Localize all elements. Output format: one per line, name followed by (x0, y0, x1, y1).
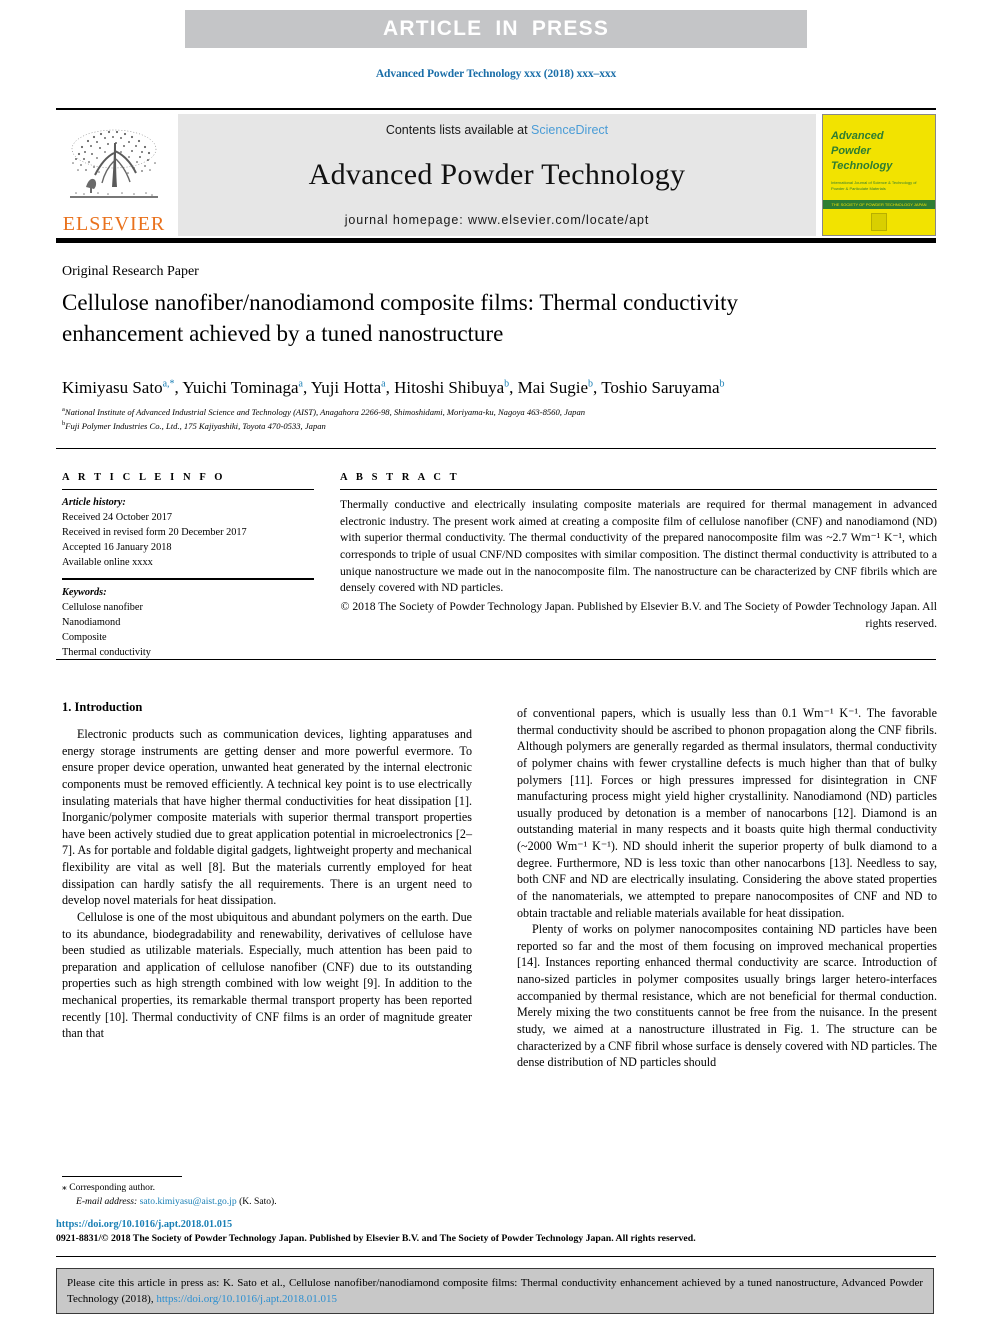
info-abstract-bottom-rule (56, 659, 936, 660)
journal-cover-publisher-mark (871, 213, 887, 231)
elsevier-tree-icon (64, 125, 164, 213)
body-paragraph: of conventional papers, which is usually… (517, 706, 937, 920)
keyword-item: Cellulose nanofiber (62, 602, 143, 614)
article-history-item: Received in revised form 20 December 201… (62, 527, 247, 539)
author-affiliation-mark: b (719, 378, 725, 390)
page-title: Cellulose nanofiber/nanodiamond composit… (62, 290, 739, 346)
affiliation-text: Fuji Polymer Industries Co., Ltd., 175 K… (65, 421, 326, 432)
author-name: Yuichi Tominaga (182, 378, 299, 397)
cite-this-article-box: Please cite this article in press as: K.… (56, 1268, 934, 1314)
cite-doi-link[interactable]: https://doi.org/10.1016/j.apt.2018.01.01… (156, 1293, 337, 1305)
footnote-rule (62, 1176, 182, 1177)
masthead-center-panel: Contents lists available at ScienceDirec… (178, 114, 816, 236)
abstract-rule (340, 489, 937, 490)
author-affiliation-mark: a,* (162, 378, 175, 390)
author-name: Mai Sugie (517, 378, 589, 397)
journal-cover-title: Advanced Powder Technology (831, 119, 930, 174)
article-type-label: Original Research Paper (62, 264, 199, 279)
keywords-rule (62, 578, 314, 581)
footer-rule (56, 1256, 936, 1257)
article-history-item: Accepted 16 January 2018 (62, 542, 172, 554)
elsevier-wordmark: ELSEVIER (62, 213, 166, 235)
abstract-column: A B S T R A C T Thermally conductive and… (340, 460, 937, 633)
sciencedirect-link[interactable]: ScienceDirect (531, 123, 608, 137)
body-column-left: Electronic products such as communicatio… (62, 726, 472, 1042)
journal-title: Advanced Powder Technology (308, 158, 686, 191)
corresponding-author-line: ⁎ Corresponding author. (62, 1181, 472, 1195)
journal-cover-title-line2: Powder (831, 144, 871, 157)
doi-link[interactable]: https://doi.org/10.1016/j.apt.2018.01.01… (56, 1219, 232, 1230)
article-info-rule (62, 489, 314, 490)
author-item: Mai Sugieb (518, 378, 593, 397)
author-affiliation-mark: a (381, 378, 386, 390)
masthead-top-rule (56, 108, 936, 110)
contents-prefix-label: Contents lists available at (385, 123, 532, 137)
author-list: Kimiyasu Satoa,*, Yuichi Tominagaa, Yuji… (62, 378, 725, 397)
contents-lists-line: Contents lists available at ScienceDirec… (386, 123, 608, 137)
keywords-label: Keywords: (62, 587, 107, 599)
email-link[interactable]: sato.kimiyasu@aist.go.jp (140, 1196, 237, 1207)
masthead-bottom-rule (56, 238, 936, 243)
article-history-item: Received 24 October 2017 (62, 512, 173, 524)
journal-cover-subtitle: International Journal of Science & Techn… (831, 179, 917, 191)
info-abstract-top-rule (56, 448, 936, 449)
masthead-row: ELSEVIER Contents lists available at Sci… (56, 114, 936, 236)
elsevier-logo: ELSEVIER (56, 114, 172, 236)
article-info-heading: A R T I C L E I N F O (62, 472, 226, 483)
abstract-copyright: © 2018 The Society of Powder Technology … (340, 600, 937, 630)
cite-this-article-text: Please cite this article in press as: K.… (57, 1269, 933, 1315)
author-name: Hitoshi Shibuya (394, 378, 505, 397)
keyword-item: Composite (62, 632, 107, 644)
journal-cover-band: THE SOCIETY OF POWDER TECHNOLOGY JAPAN (823, 200, 935, 209)
abstract-heading: A B S T R A C T (340, 472, 460, 483)
journal-masthead: ELSEVIER Contents lists available at Sci… (56, 108, 936, 243)
affiliation-text: National Institute of Advanced Industria… (64, 406, 586, 417)
section-heading-introduction: 1. Introduction (62, 700, 143, 714)
keyword-item: Nanodiamond (62, 617, 121, 629)
email-owner: (K. Sato). (239, 1195, 277, 1207)
journal-cover-title-line3: Technology (831, 159, 893, 172)
author-affiliation-mark: b (588, 378, 594, 390)
article-history-label: Article history: (62, 497, 126, 508)
article-in-press-label: ARTICLE IN PRESS (382, 17, 610, 40)
keywords-block: Keywords: Cellulose nanofiber Nanodiamon… (62, 585, 314, 660)
author-affiliation-mark: a (298, 378, 303, 390)
body-paragraph: Cellulose is one of the most ubiquitous … (62, 909, 472, 1041)
author-affiliation-mark: b (504, 378, 510, 390)
body-column-right: of conventional papers, which is usually… (517, 705, 937, 1071)
journal-running-head: Advanced Powder Technology xxx (2018) xx… (375, 68, 617, 80)
issn-copyright-line: 0921-8831/© 2018 The Society of Powder T… (56, 1233, 696, 1244)
author-name: Toshio Saruyama (601, 378, 720, 397)
author-name: Yuji Hotta (310, 378, 382, 397)
email-line: E-mail address: sato.kimiyasu@aist.go.jp… (62, 1195, 472, 1209)
author-item: Yuji Hottaa (311, 378, 386, 397)
journal-homepage-link[interactable]: journal homepage: www.elsevier.com/locat… (345, 213, 650, 227)
author-name: Kimiyasu Sato (62, 378, 163, 397)
affiliation-item: aNational Institute of Advanced Industri… (62, 405, 942, 419)
author-item: Kimiyasu Satoa,* (62, 378, 175, 397)
author-item: Hitoshi Shibuyab (394, 378, 509, 397)
article-info-column: A R T I C L E I N F O Article history: R… (62, 460, 314, 660)
email-label: E-mail address: (76, 1195, 138, 1207)
affiliation-item: bFuji Polymer Industries Co., Ltd., 175 … (62, 419, 942, 433)
article-history-block: Article history: Received 24 October 201… (62, 495, 314, 570)
body-paragraph: Electronic products such as communicatio… (62, 727, 472, 908)
corresponding-author-label: Corresponding author. (69, 1182, 156, 1193)
abstract-body: Thermally conductive and electrically in… (340, 498, 937, 595)
article-history-item: Available online xxxx (62, 557, 153, 569)
corresponding-author-footnote: ⁎ Corresponding author. E-mail address: … (62, 1176, 472, 1209)
corresponding-author-marker: ⁎ (62, 1182, 67, 1193)
journal-cover-thumbnail: Advanced Powder Technology International… (822, 114, 936, 236)
article-in-press-banner: ARTICLE IN PRESS (185, 10, 807, 48)
author-item: Toshio Saruyamab (601, 378, 724, 397)
journal-cover-title-line1: Advanced (831, 130, 884, 142)
body-paragraph: Plenty of works on polymer nanocomposite… (517, 922, 937, 1070)
author-item: Yuichi Tominagaa (182, 378, 303, 397)
affiliation-list: aNational Institute of Advanced Industri… (62, 405, 942, 433)
